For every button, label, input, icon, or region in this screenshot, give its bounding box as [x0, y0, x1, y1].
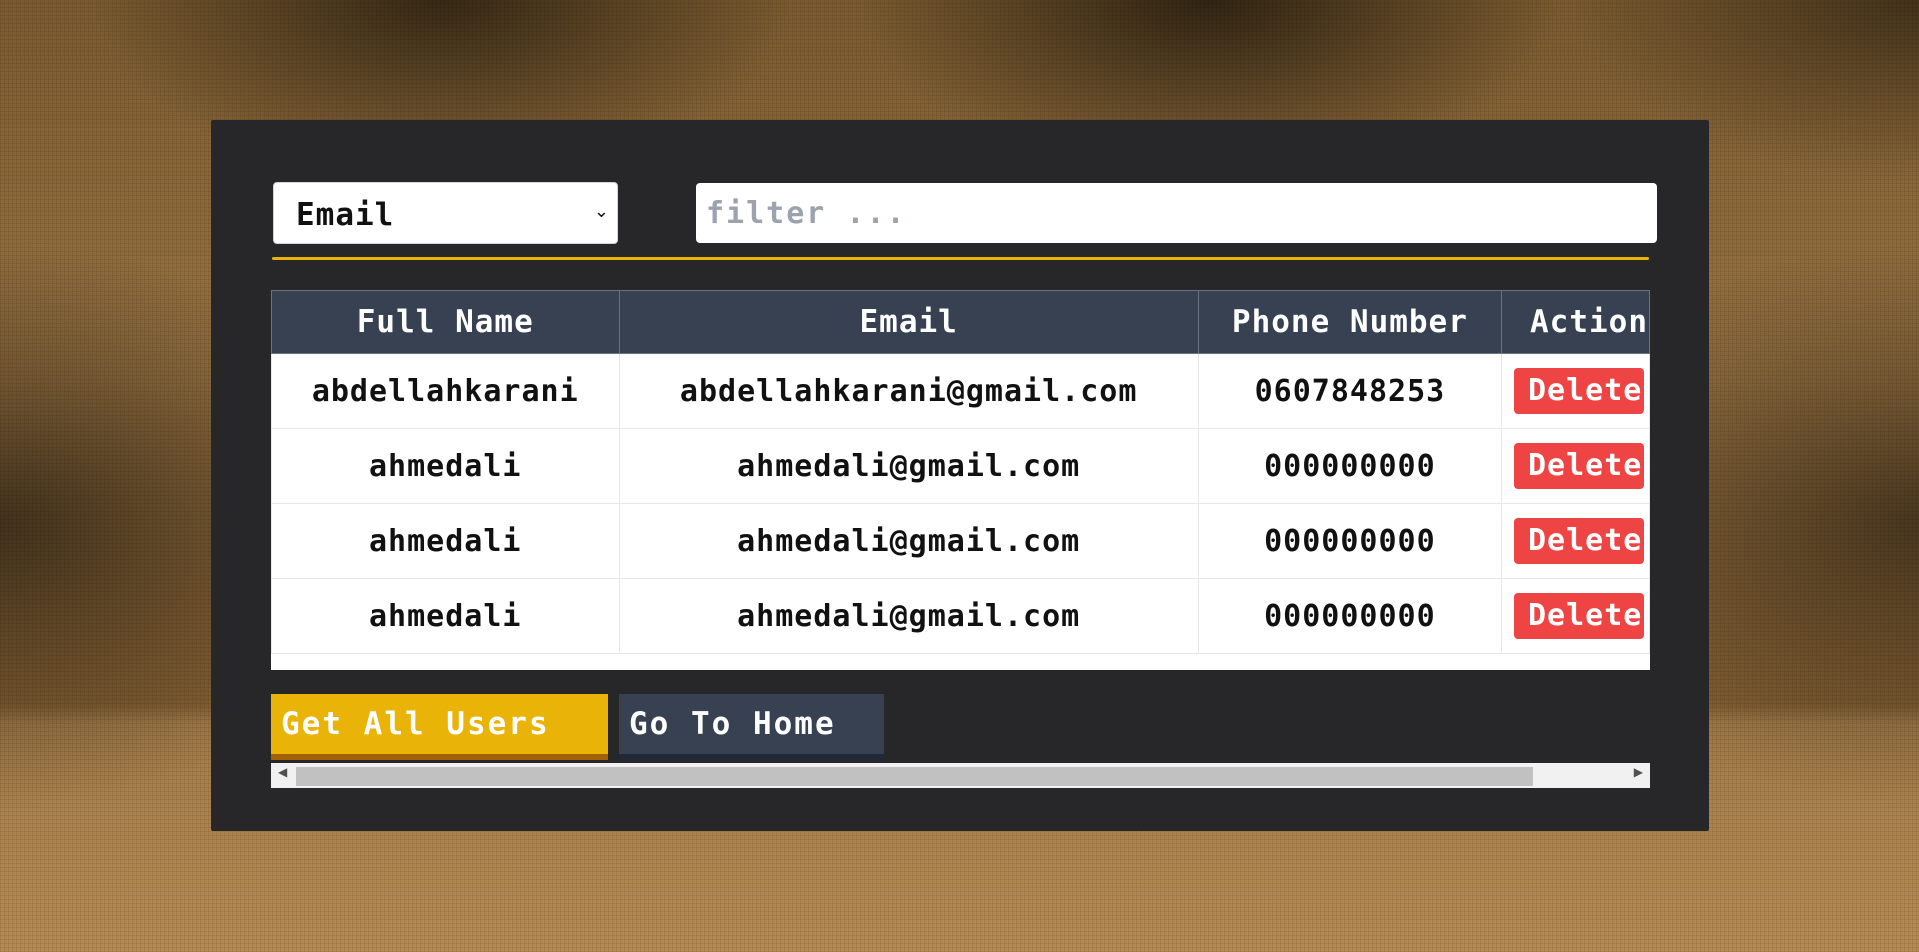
- filter-row: Email ⌄: [273, 182, 1657, 244]
- filter-input[interactable]: [696, 183, 1657, 243]
- cell-phone: 000000000: [1197, 503, 1503, 579]
- cell-action: Delete: [1501, 428, 1650, 504]
- triangle-left-icon[interactable]: ◀: [278, 765, 287, 779]
- cell-phone: 000000000: [1197, 578, 1503, 654]
- cell-phone: 000000000: [1197, 428, 1503, 504]
- go-to-home-button[interactable]: Go To Home: [619, 694, 884, 760]
- triangle-right-icon[interactable]: ▶: [1634, 765, 1643, 779]
- cell-email: ahmedali@gmail.com: [618, 578, 1199, 654]
- filter-divider: [272, 257, 1649, 260]
- users-panel: Email ⌄ Full Name Email Phone Number Act…: [211, 120, 1709, 831]
- cell-action: Delete: [1501, 353, 1650, 429]
- table-row: ahmedali ahmedali@gmail.com 000000000 De…: [271, 503, 1650, 579]
- cell-phone: 0607848253: [1197, 353, 1503, 429]
- scrollbar-thumb[interactable]: [296, 767, 1533, 786]
- header-full-name: Full Name: [271, 290, 620, 354]
- header-action: Action: [1501, 290, 1650, 354]
- delete-button[interactable]: Delete: [1514, 593, 1644, 639]
- table-horizontal-scrollbar[interactable]: ◀ ▶: [271, 763, 1650, 788]
- users-table: Full Name Email Phone Number Action abde…: [271, 290, 1650, 654]
- table-row: ahmedali ahmedali@gmail.com 000000000 De…: [271, 428, 1650, 504]
- cell-email: abdellahkarani@gmail.com: [618, 353, 1199, 429]
- users-table-container: Full Name Email Phone Number Action abde…: [271, 290, 1650, 670]
- delete-button[interactable]: Delete: [1514, 518, 1644, 564]
- get-all-users-button[interactable]: Get All Users: [271, 694, 608, 760]
- header-email: Email: [618, 290, 1199, 354]
- delete-button[interactable]: Delete: [1514, 368, 1644, 414]
- filter-field-select[interactable]: Email ⌄: [273, 182, 618, 244]
- table-header-row: Full Name Email Phone Number Action: [271, 290, 1650, 354]
- cell-action: Delete: [1501, 578, 1650, 654]
- filter-field-select-value: Email: [296, 197, 395, 233]
- cell-full-name: abdellahkarani: [271, 353, 620, 429]
- cell-email: ahmedali@gmail.com: [618, 428, 1199, 504]
- chevron-down-icon: ⌄: [593, 201, 609, 222]
- cell-full-name: ahmedali: [271, 578, 620, 654]
- cell-action: Delete: [1501, 503, 1650, 579]
- cell-full-name: ahmedali: [271, 503, 620, 579]
- cell-email: ahmedali@gmail.com: [618, 503, 1199, 579]
- delete-button[interactable]: Delete: [1514, 443, 1644, 489]
- cell-full-name: ahmedali: [271, 428, 620, 504]
- table-row: ahmedali ahmedali@gmail.com 000000000 De…: [271, 578, 1650, 654]
- table-row: abdellahkarani abdellahkarani@gmail.com …: [271, 353, 1650, 429]
- header-phone-number: Phone Number: [1197, 290, 1503, 354]
